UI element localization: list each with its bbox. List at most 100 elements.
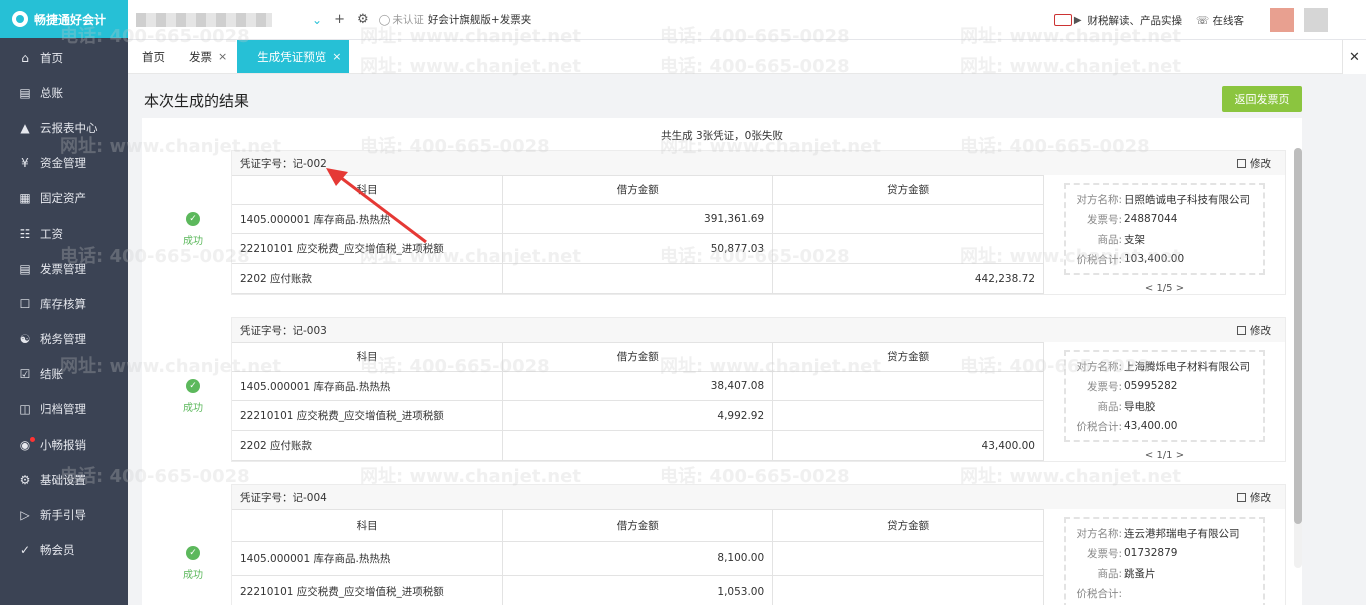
invoice-key: 对方名称: [1076,193,1122,206]
invoice-key: 发票号: [1086,380,1122,393]
archive-icon: ◫ [19,402,31,417]
sidebar-item-6[interactable]: ☷ 工资 [0,216,128,251]
sidebar-item-label: 小畅报销 [40,437,86,452]
cert-status[interactable]: ◯ 未认证 [379,12,424,27]
account-cell: 2202 应付账款 [232,430,504,461]
avatar[interactable] [1270,8,1294,32]
invoice-pager[interactable]: < 1/1 > [1044,450,1285,461]
gear-icon[interactable]: ⚙ [357,12,369,27]
account-cell: 22210101 应交税费_应交增值税_进项税额 [232,400,504,432]
invoice-card[interactable]: 对方名称: 日照皓诚电子科技有限公司 发票号: 24887044 商品: 支架 价税合计: 1… [1064,183,1265,275]
invoice-card[interactable]: 对方名称: 上海腾烁电子材料有限公司 发票号: 05995282 商品: 导电胶 价税合计:… [1064,350,1265,442]
play-icon[interactable]: ▶ [1074,15,1082,26]
invoice-preview: 对方名称: 连云港邦瑞电子有限公司 发票号: 01732879 商品: 跳蚤片 价税合计: [1044,509,1285,605]
sidebar-item-label: 资金管理 [40,156,86,171]
account-cell: 1405.000001 库存商品.热热热 [232,203,504,235]
edit-voucher-button[interactable]: 修改 [1237,490,1271,505]
invoice-key: 发票号: [1086,547,1122,560]
voucher-entries-table: 科目 借方金额 贷方金额 1405.000001 库存商品.热热热 8,100.00 22… [232,508,1044,605]
success-check-icon: ✓ [186,379,200,393]
status-label: 成功 [183,403,203,414]
voucher-number: 凭证字号：记-004 [240,491,327,504]
online-service[interactable]: ☏ 在线客 [1196,13,1244,28]
close-tab-icon[interactable]: × [332,50,341,63]
sidebar-item-2[interactable]: ▤ 总账 [0,75,128,110]
edit-voucher-button[interactable]: 修改 [1237,323,1271,338]
chevron-down-icon[interactable]: ⌄ [312,13,322,27]
voucher-body: 科目 借方金额 贷方金额 1405.000001 库存商品.热热热 38,407.08 2… [232,342,1285,461]
voucher-body: 科目 借方金额 贷方金额 1405.000001 库存商品.热热热 391,361.69… [232,175,1285,294]
close-books-icon: ☑ [19,367,31,382]
close-tab-icon[interactable]: × [218,50,227,63]
sidebar-item-5[interactable]: ▦ 固定资产 [0,181,128,216]
sidebar-item-4[interactable]: ¥ 资金管理 [0,146,128,181]
debit-cell: 391,361.69 [502,203,774,235]
scrollbar[interactable] [1294,148,1302,568]
guide-icon: ▷ [20,508,30,523]
invoice-value: 103,400.00 [1124,253,1185,265]
tab-2[interactable]: 发票 × [175,40,237,73]
edit-icon [1237,493,1246,502]
edit-label: 修改 [1250,325,1271,337]
sidebar-item-7[interactable]: ▤ 发票管理 [0,251,128,286]
debit-cell: 4,992.92 [502,400,774,432]
column-header: 贷方金额 [772,342,1044,372]
table-row: 1405.000001 库存商品.热热热 8,100.00 [232,541,1044,576]
close-all-tabs-icon[interactable]: ✕ [1342,40,1366,74]
invoice-value: 上海腾烁电子材料有限公司 [1124,360,1250,373]
sidebar-item-14[interactable]: ▷ 新手引导 [0,497,128,532]
add-icon[interactable]: + [334,12,345,27]
sidebar-item-11[interactable]: ◫ 归档管理 [0,392,128,427]
success-check-icon: ✓ [186,546,200,560]
sidebar-item-8[interactable]: ☐ 库存核算 [0,286,128,321]
invoice-value: 导电胶 [1124,400,1156,413]
org-name-blurred [136,12,272,27]
invoice-total-row: 价税合计: 43,400.00 [1066,416,1263,436]
invoice-goods-row: 商品: 跳蚤片 [1066,563,1263,583]
shield-icon: ◯ [378,13,391,26]
sidebar-item-10[interactable]: ☑ 结账 [0,357,128,392]
invoice-total-row: 价税合计: [1066,583,1263,603]
sidebar-item-13[interactable]: ⚙ 基础设置 [0,462,128,497]
voucher-entries-table: 科目 借方金额 贷方金额 1405.000001 库存商品.热热热 38,407.08 2… [232,342,1044,461]
sidebar-item-label: 发票管理 [40,261,86,276]
sidebar-item-9[interactable]: ☯ 税务管理 [0,322,128,357]
invoice-key: 商品: [1097,567,1122,580]
sidebar-item-15[interactable]: ✓ 畅会员 [0,533,128,568]
invoice-icon: ▤ [19,261,31,276]
invoice-key: 价税合计: [1076,587,1122,600]
voucher-header: 凭证字号：记-004 修改 [232,485,1285,509]
column-header: 科目 [232,342,504,372]
sidebar-item-label: 归档管理 [40,402,86,417]
status-label: 成功 [183,236,203,247]
notification-dot [30,437,35,443]
username-blurred [1304,8,1328,32]
table-row: 22210101 应交税费_应交增值税_进项税额 4,992.92 [232,400,1044,432]
sidebar-item-1[interactable]: ⌂ 首页 [0,40,128,75]
tab-3[interactable]: 生成凭证预览 × [237,40,350,73]
logo-icon [12,11,28,27]
invoice-pager[interactable]: < 1/5 > [1044,283,1285,294]
column-header: 借方金额 [502,508,774,543]
column-header: 科目 [232,175,504,205]
tab-label: 首页 [142,49,165,64]
invoice-card[interactable]: 对方名称: 连云港邦瑞电子有限公司 发票号: 01732879 商品: 跳蚤片 价税合计: [1064,517,1265,605]
credit-cell [772,541,1044,576]
invoice-no-row: 发票号: 01732879 [1066,543,1263,563]
sidebar-item-12[interactable]: ◉ 小畅报销 [0,427,128,462]
invoice-value: 01732879 [1124,547,1178,559]
invoice-key: 发票号: [1086,213,1122,226]
sidebar-item-label: 结账 [40,367,63,382]
sidebar-item-label: 固定资产 [40,191,86,206]
main-content: 本次生成的结果 返回发票页 共生成 3张凭证，0张失败 ✓ 成功 凭证字号：记-00… [128,74,1342,605]
news-icon[interactable] [1053,14,1072,26]
scrollbar-thumb[interactable] [1294,148,1302,524]
back-to-invoice-button[interactable]: 返回发票页 [1222,86,1302,112]
news-link[interactable]: 财税解读、产品实操 [1088,13,1183,28]
debit-cell: 38,407.08 [502,370,774,402]
sidebar-item-3[interactable]: ▲ 云报表中心 [0,110,128,145]
account-cell: 1405.000001 库存商品.热热热 [232,370,504,402]
tab-1[interactable]: 首页 [128,40,175,73]
app-logo[interactable]: 畅捷通好会计 [0,0,128,38]
edit-voucher-button[interactable]: 修改 [1237,156,1271,171]
